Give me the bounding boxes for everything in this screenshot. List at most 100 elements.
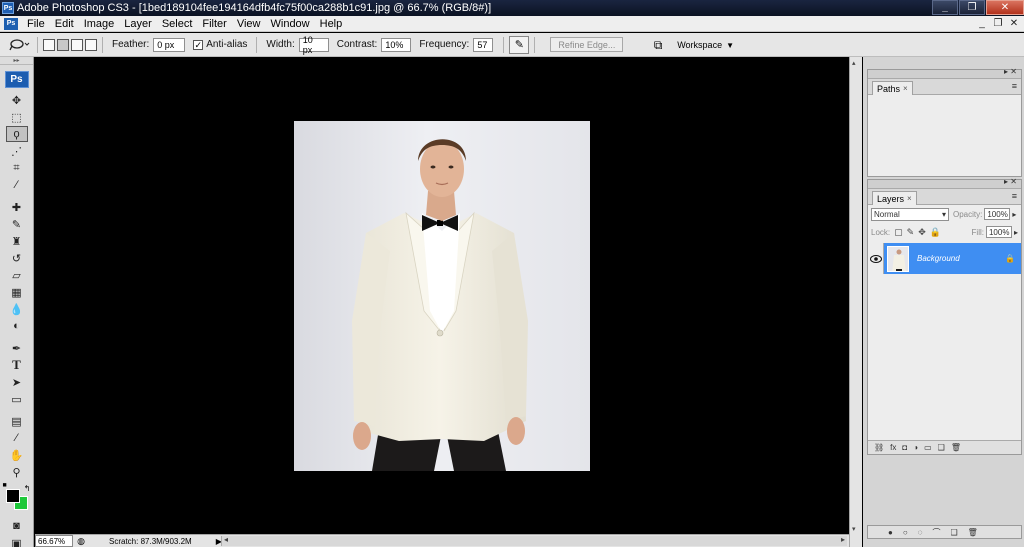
menu-filter[interactable]: Filter <box>197 17 231 31</box>
menu-layer[interactable]: Layer <box>119 17 157 31</box>
panel-collapse-icon[interactable]: ▸ ✕ <box>1004 177 1017 186</box>
gradient-tool-icon[interactable]: ▦ <box>6 284 28 300</box>
path-selection-tool-icon[interactable]: ➤ <box>6 374 28 390</box>
status-preview-icon[interactable]: ◍ <box>75 536 87 547</box>
lasso-tool-icon[interactable]: ϙ <box>5 126 28 142</box>
dodge-tool-icon[interactable]: ◐ <box>6 318 28 334</box>
workspace-switcher-icon[interactable]: ⧉ <box>647 37 669 53</box>
default-colors-icon[interactable]: ■ <box>3 482 7 489</box>
delete-layer-icon[interactable]: 🗑 <box>951 443 961 452</box>
subtract-from-selection-icon[interactable] <box>71 38 83 51</box>
stroke-path-icon[interactable]: ○ <box>903 528 908 537</box>
panel-collapse-icon[interactable]: ▸ ✕ <box>1004 67 1017 76</box>
zoom-level-input[interactable]: 66.67% <box>35 535 73 547</box>
feather-input[interactable]: 0 px <box>153 37 186 52</box>
slice-tool-icon[interactable]: ∕ <box>6 177 28 193</box>
tab-paths[interactable]: Paths × <box>872 81 913 95</box>
new-group-icon[interactable]: ▭ <box>924 443 932 452</box>
layer-background[interactable]: Background 🔒 <box>884 243 1021 274</box>
menu-image[interactable]: Image <box>79 17 120 31</box>
frequency-input[interactable]: 57 <box>473 37 494 52</box>
blend-mode-select[interactable]: Normal ▾ <box>871 207 949 221</box>
foreground-color-swatch[interactable] <box>5 489 20 503</box>
workspace-label[interactable]: Workspace <box>677 40 722 50</box>
panel-menu-icon[interactable]: ≡ <box>1012 81 1017 91</box>
menu-window[interactable]: Window <box>266 17 315 31</box>
load-path-selection-icon[interactable]: ◌ <box>918 528 923 537</box>
workspace-dropdown-icon[interactable]: ▼ <box>726 41 734 50</box>
lock-pixels-icon[interactable]: ✎ <box>907 227 915 238</box>
photoshop-logo[interactable]: Ps <box>4 71 29 88</box>
scroll-left-icon[interactable]: ◂ <box>224 535 228 544</box>
document-restore-button[interactable]: ❐ <box>990 17 1006 30</box>
layers-panel-grip[interactable]: ▸ ✕ <box>868 177 1021 189</box>
menu-edit[interactable]: Edit <box>50 17 79 31</box>
add-mask-icon[interactable]: ◘ <box>902 443 907 452</box>
link-layers-icon[interactable]: ⛓ <box>874 443 884 452</box>
layer-name[interactable]: Background <box>917 254 960 263</box>
document-close-button[interactable]: ✕ <box>1006 17 1022 30</box>
opacity-input[interactable]: 100% <box>984 208 1011 220</box>
close-button[interactable]: ✕ <box>986 0 1024 15</box>
close-tab-icon[interactable]: × <box>907 194 912 203</box>
vertical-scrollbar[interactable]: ▴ ▾ <box>849 57 862 547</box>
restore-button[interactable]: ❐ <box>959 0 985 15</box>
tool-preset-picker[interactable] <box>6 35 32 55</box>
move-tool-icon[interactable]: ✥ <box>6 92 28 108</box>
adjustment-layer-icon[interactable]: ◑ <box>913 443 918 452</box>
healing-brush-tool-icon[interactable]: ✚ <box>6 199 28 215</box>
document-canvas[interactable] <box>35 57 849 534</box>
scroll-down-icon[interactable]: ▾ <box>852 525 856 533</box>
blur-tool-icon[interactable]: 💧 <box>6 301 28 317</box>
lock-transparency-icon[interactable]: ▢ <box>894 227 903 238</box>
pen-tool-icon[interactable]: ✒ <box>6 340 28 356</box>
document-minimize-button[interactable]: _ <box>974 17 990 30</box>
brush-tool-icon[interactable]: ✎ <box>6 216 28 232</box>
paths-panel-grip[interactable]: ▸ ✕ <box>868 67 1021 79</box>
quick-mask-icon[interactable]: ◙ <box>6 518 28 534</box>
close-tab-icon[interactable]: × <box>903 84 908 93</box>
anti-alias-checkbox[interactable]: ✓ <box>193 39 204 50</box>
fill-dropdown-icon[interactable]: ▸ <box>1014 228 1018 237</box>
swap-colors-icon[interactable]: ↰ <box>24 484 31 493</box>
tab-layers[interactable]: Layers × <box>872 191 917 205</box>
width-input[interactable]: 10 px <box>298 35 329 55</box>
marquee-tool-icon[interactable]: ⬚ <box>6 109 28 125</box>
pen-pressure-button[interactable]: ✎ <box>509 35 530 54</box>
scroll-up-icon[interactable]: ▴ <box>852 59 856 67</box>
menu-select[interactable]: Select <box>157 17 198 31</box>
refine-edge-button[interactable]: Refine Edge... <box>550 37 624 52</box>
lock-position-icon[interactable]: ✥ <box>918 227 926 238</box>
zoom-tool-icon[interactable]: ⚲ <box>6 464 28 480</box>
fill-path-icon[interactable]: ● <box>888 528 893 537</box>
new-path-icon[interactable]: ❑ <box>950 528 957 537</box>
add-to-selection-icon[interactable] <box>57 38 69 51</box>
menu-help[interactable]: Help <box>315 17 348 31</box>
hand-tool-icon[interactable]: ✋ <box>6 447 28 463</box>
horizontal-scrollbar[interactable]: ◂ ▸ <box>221 535 847 546</box>
make-work-path-icon[interactable]: ⌒ <box>932 527 940 538</box>
menu-view[interactable]: View <box>232 17 266 31</box>
eraser-tool-icon[interactable]: ▱ <box>6 267 28 283</box>
contrast-input[interactable]: 10% <box>381 37 412 52</box>
lock-all-icon[interactable]: 🔒 <box>930 227 941 238</box>
fill-input[interactable]: 100% <box>985 226 1012 238</box>
tools-panel-grip[interactable]: ▸▸ <box>0 57 33 65</box>
opacity-dropdown-icon[interactable]: ▸ <box>1012 210 1016 219</box>
eyedropper-tool-icon[interactable]: ⁄ <box>6 430 28 446</box>
menu-file[interactable]: File <box>22 17 50 31</box>
crop-tool-icon[interactable]: ⌗ <box>6 160 28 176</box>
delete-path-icon[interactable]: 🗑 <box>968 528 978 537</box>
layer-visibility-eye-icon[interactable] <box>868 243 884 274</box>
type-tool-icon[interactable]: T <box>6 357 28 373</box>
new-layer-icon[interactable]: ❑ <box>938 443 945 452</box>
layer-style-icon[interactable]: fx <box>890 443 896 452</box>
minimize-button[interactable]: _ <box>932 0 958 15</box>
screen-mode-icon[interactable]: ▣ <box>6 535 28 547</box>
history-brush-tool-icon[interactable]: ↺ <box>6 250 28 266</box>
new-selection-icon[interactable] <box>43 38 55 51</box>
scroll-right-icon[interactable]: ▸ <box>841 535 845 544</box>
magic-wand-tool-icon[interactable]: ⋰ <box>6 143 28 159</box>
intersect-selection-icon[interactable] <box>85 38 97 51</box>
shape-tool-icon[interactable]: ▭ <box>6 391 28 407</box>
